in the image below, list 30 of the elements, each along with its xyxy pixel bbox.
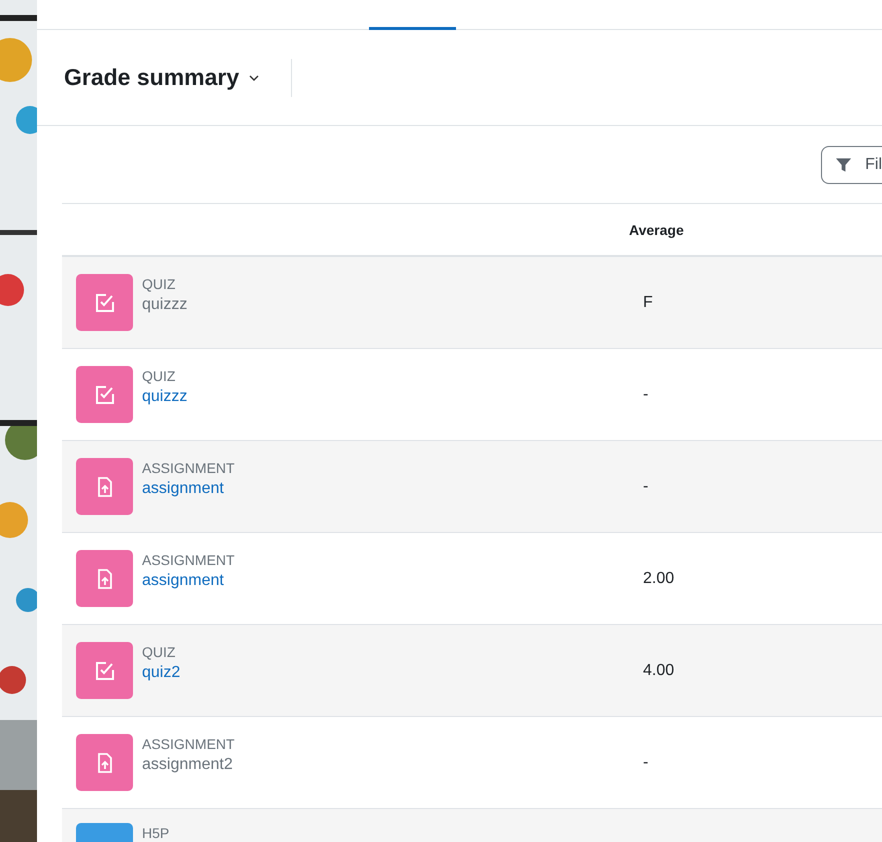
activity-type: QUIZ (142, 367, 176, 385)
activity-icon (76, 366, 133, 423)
table-cell-text: F (643, 294, 654, 312)
grade-summary-dropdown[interactable]: Grade summary (64, 64, 260, 91)
activity-link[interactable]: assignment (142, 569, 235, 593)
activity-name: assignment2 (142, 755, 234, 775)
table-cell-text: - (643, 754, 650, 772)
caret-icon (249, 74, 260, 80)
activity-type: QUIZ (142, 643, 176, 661)
table-cell-text: - (643, 386, 650, 404)
activity-link[interactable]: quiz2 (142, 661, 180, 685)
activity-type: QUIZ (142, 275, 176, 293)
table-cell-text: 2.00 (643, 570, 676, 588)
activity-icon (76, 642, 133, 699)
activity-type: ASSIGNMENT (142, 551, 235, 569)
activity-type: ASSIGNMENT (142, 735, 235, 753)
filter-button[interactable]: Fil (821, 146, 882, 184)
activity-icon (76, 458, 133, 515)
column-header: Average (629, 222, 685, 238)
activity-link[interactable]: quizzz (142, 385, 188, 409)
table-cell-text: - (643, 478, 650, 496)
activity-name: quizzz (142, 295, 188, 315)
activity-link[interactable]: assignment (142, 477, 235, 501)
activity-icon (76, 550, 133, 607)
filter-icon (836, 156, 852, 172)
activity-icon (76, 274, 133, 331)
activity-icon (76, 734, 133, 791)
activity-type: ASSIGNMENT (142, 459, 235, 477)
activity-type: H5P (142, 824, 170, 842)
table-cell-text: 4.00 (643, 662, 676, 680)
